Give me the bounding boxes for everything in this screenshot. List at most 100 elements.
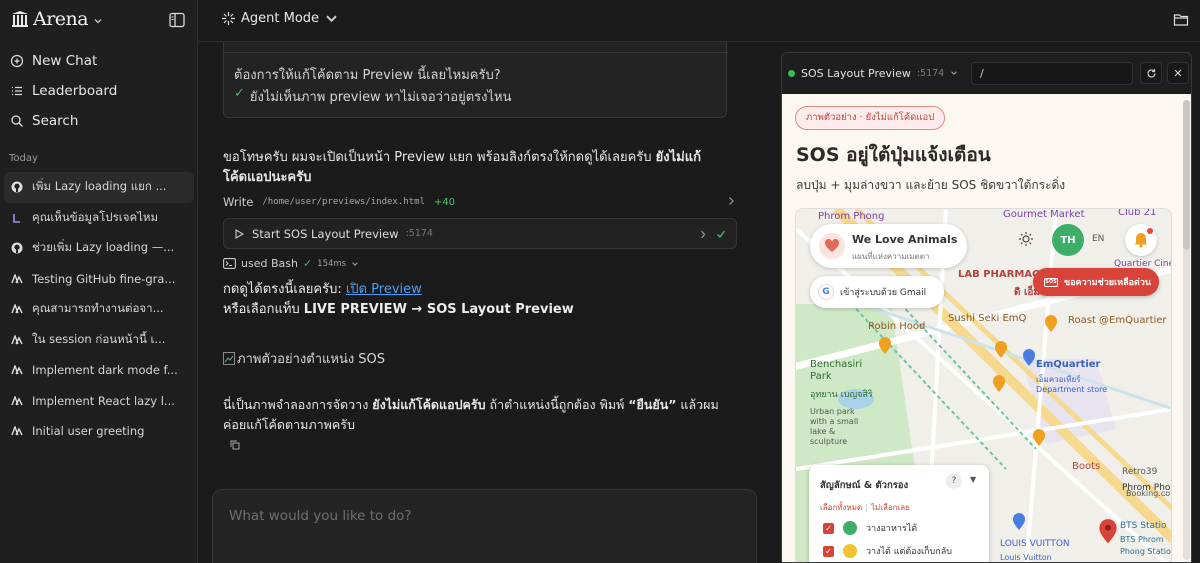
write-path: /home/user/previews/index.html [262, 197, 425, 207]
sidebar: Arena New Chat Leaderboard Search Today … [0, 0, 198, 563]
history-item[interactable]: Initial user greeting [4, 416, 194, 447]
history-item[interactable]: เพิ่ม Lazy loading แยก ... [4, 172, 194, 203]
brand-name: Arena [33, 8, 89, 30]
copy-icon[interactable] [230, 440, 240, 450]
message-text: ถ้าตำแหน่งนี้ถูกต้อง พิมพ์ [485, 397, 629, 412]
top-bar: Agent Mode [198, 0, 1200, 42]
legend-color-dot [843, 544, 857, 558]
live-preview-panel: SOS Layout Preview :5174 / ✕ ภาพตัวอย่าง… [781, 52, 1192, 563]
linear-icon [11, 212, 23, 224]
legend-row[interactable]: ✓ วางได้ แต่ต้องเก็บกลับ [823, 543, 952, 559]
history-item[interactable]: คุณเห็นข้อมูลโปรเจคไหม [4, 203, 194, 234]
arena-icon [11, 273, 23, 285]
sos-label: ขอความช่วยเหลือด่วน [1064, 278, 1152, 288]
history-item[interactable]: Testing GitHub fine-gra... [4, 264, 194, 295]
legend-row-label: วางอาหารได้ [866, 524, 918, 534]
search-label: Search [32, 113, 79, 129]
preview-selector[interactable]: SOS Layout Preview :5174 [788, 62, 958, 84]
card-divider [224, 52, 728, 53]
prompt-input[interactable] [229, 508, 729, 524]
restaurant-pin-icon [995, 341, 1007, 358]
chevron-right-icon [701, 230, 706, 239]
list-icon [12, 86, 22, 96]
help-icon[interactable]: ? [946, 473, 962, 489]
language-toggle[interactable]: EN [1092, 234, 1104, 244]
arena-logo-icon [12, 11, 28, 27]
history-item-label: ช่วยเพิ่ม Lazy loading —... [32, 240, 175, 255]
refresh-button[interactable] [1140, 62, 1162, 84]
separator: | [865, 503, 868, 512]
scrollbar-thumb[interactable] [1183, 100, 1190, 250]
new-chat-button[interactable]: New Chat [0, 46, 197, 76]
legend-row[interactable]: ✓ วางอาหารได้ [823, 520, 917, 536]
brand-menu[interactable]: Arena [10, 8, 103, 30]
map-place-label: Boots [1072, 461, 1101, 472]
sidebar-toggle-icon[interactable] [168, 11, 186, 29]
sun-icon[interactable] [1018, 231, 1034, 247]
history-item[interactable]: Implement dark mode f... [4, 355, 194, 386]
checkbox-checked[interactable]: ✓ [823, 545, 834, 557]
legend-title: สัญลักษณ์ & ตัวกรอง [820, 480, 909, 491]
assistant-message: นี่เป็นภาพจำลองการจัดวาง ยังไม่แก้โค้ดแอ… [223, 395, 733, 435]
write-tool-row[interactable]: Write /home/user/previews/index.html +40 [223, 194, 735, 210]
bell-icon [1134, 233, 1148, 248]
select-all-link[interactable]: เลือกทั้งหมด [820, 503, 862, 512]
search-button[interactable]: Search [0, 106, 197, 136]
heart-paw-icon [819, 233, 845, 259]
bash-label: used Bash [241, 257, 298, 270]
collapse-caret-icon[interactable]: ▼ [970, 475, 976, 484]
checkbox-checked[interactable]: ✓ [823, 522, 834, 534]
agent-mode-selector[interactable]: Agent Mode [221, 11, 339, 26]
map-place-label: BTS Phrom [1120, 535, 1164, 544]
start-preview-tool[interactable]: Start SOS Layout Preview :5174 [223, 218, 737, 249]
refresh-icon [1146, 68, 1156, 78]
legend-color-dot [843, 521, 857, 535]
history-item[interactable]: คุณสามารถทำงานต่อจา... [4, 294, 194, 325]
sos-icon: SOS [1044, 277, 1058, 287]
message-bold: ยังไม่แก้โค้ดแอปครับ [372, 397, 486, 412]
check-icon [717, 230, 726, 239]
history-item[interactable]: Implement React lazy l... [4, 386, 194, 417]
sos-button[interactable]: SOS ขอความช่วยเหลือด่วน [1033, 268, 1159, 296]
map-place-label: Robin Hood [868, 321, 926, 332]
restaurant-pin-icon [879, 337, 891, 354]
notification-button[interactable] [1125, 224, 1157, 256]
history-item[interactable]: ช่วยเพิ่ม Lazy loading —... [4, 233, 194, 264]
search-icon [11, 115, 23, 127]
chevron-down-icon [326, 15, 337, 23]
tab-instruction-line: หรือเลือกแท็บ LIVE PREVIEW → SOS Layout … [223, 300, 574, 320]
scrollbar[interactable] [1183, 100, 1190, 560]
gmail-login-button[interactable]: G เข้าสู่ระบบด้วย Gmail [810, 276, 944, 308]
user-avatar[interactable]: TH [1052, 224, 1084, 256]
map-place-label: Phong Statio [1120, 547, 1171, 556]
preview-url-field[interactable]: / [971, 62, 1133, 85]
history-item-label: Implement dark mode f... [32, 363, 178, 378]
arena-icon [11, 364, 23, 376]
map-place-label: LAB PHARMAC [958, 269, 1040, 280]
map-place-label: Club 21 [1118, 208, 1157, 218]
folder-icon[interactable] [1173, 12, 1189, 27]
map-place-label: Louis Vuitton [1000, 553, 1052, 562]
agent-mode-label: Agent Mode [241, 11, 320, 26]
legend-row-label: วางได้ แต่ต้องเก็บกลับ [866, 547, 952, 557]
map-mockup[interactable]: Phrom Phong Gourmet Market Club 21 Quart… [795, 208, 1172, 562]
preview-badge: ภาพตัวอย่าง · ยังไม่แก้โค้ดแอป [795, 106, 946, 130]
close-preview-button[interactable]: ✕ [1167, 62, 1189, 84]
chevron-down-icon [352, 261, 358, 266]
arena-icon [11, 425, 23, 437]
chat-thread: ต้องการให้แก้โค้ดตาม Preview นี้เลยไหมคร… [198, 42, 760, 563]
terminal-icon [223, 258, 236, 269]
arena-icon [11, 303, 23, 315]
history-item[interactable]: ใน session ก่อนหน้านี้ เ... [4, 325, 194, 356]
bash-tool-row[interactable]: used Bash ✓ 154ms [223, 257, 359, 270]
chat-history-list: เพิ่ม Lazy loading แยก ... คุณเห็นข้อมูล… [4, 172, 194, 447]
start-preview-label: Start SOS Layout Preview [252, 226, 399, 241]
write-diff-count: +40 [433, 196, 456, 208]
chevron-right-icon [729, 197, 734, 205]
sidebar-nav: New Chat Leaderboard Search [0, 46, 197, 136]
select-none-link[interactable]: ไม่เลือกเลย [871, 503, 910, 512]
open-preview-link[interactable]: เปิด Preview [346, 282, 422, 297]
leaderboard-button[interactable]: Leaderboard [0, 76, 197, 106]
broken-image-icon [223, 352, 235, 365]
github-icon [11, 242, 23, 254]
